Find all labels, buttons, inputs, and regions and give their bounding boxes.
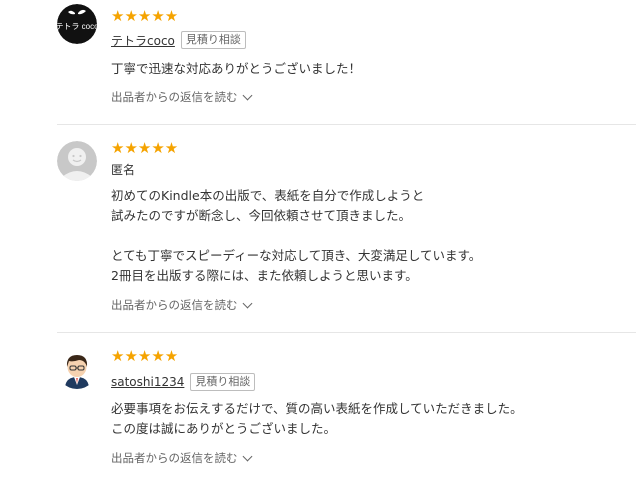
review-comment: 丁寧で迅速な対応ありがとうございました！: [111, 61, 362, 76]
estimate-consult-badge: 見積り相談: [190, 373, 256, 391]
reviewer-name-link[interactable]: テトラcoco: [111, 32, 175, 49]
chevron-down-icon: [242, 298, 252, 308]
read-seller-reply-link[interactable]: 出品者からの返信を読む: [111, 450, 252, 466]
read-seller-reply-label: 出品者からの返信を読む: [111, 451, 238, 465]
reviewer-name: 匿名: [111, 163, 136, 177]
estimate-consult-badge: 見積り相談: [180, 31, 246, 49]
reviewer-avatar: [57, 349, 97, 389]
review-comment: 初めてのKindle本の出版で、表紙を自分で作成しようと 試みたのですが断念し、…: [111, 188, 482, 283]
tetra-coco-logo: テトラ coco: [57, 4, 97, 44]
review-comment: 必要事項をお伝えするだけで、質の高い表紙を作成していただきました。 この度は誠に…: [111, 401, 523, 436]
read-seller-reply-link[interactable]: 出品者からの返信を読む: [111, 297, 252, 313]
reviewer-avatar: テトラ coco: [57, 4, 97, 44]
reviewer-row: satoshi1234 見積り相談: [111, 373, 256, 391]
star-rating: ★★★★★: [111, 347, 179, 365]
chevron-down-icon: [242, 90, 252, 100]
star-rating: ★★★★★: [111, 7, 179, 25]
reviewer-avatar: [57, 141, 97, 181]
review-divider: [57, 332, 636, 333]
reviewer-row: 匿名: [111, 161, 135, 178]
review-divider: [57, 124, 636, 125]
read-seller-reply-label: 出品者からの返信を読む: [111, 90, 238, 104]
reviewer-name-link[interactable]: satoshi1234: [111, 375, 184, 389]
avatar-logo-text: テトラ coco: [57, 22, 97, 31]
read-seller-reply-label: 出品者からの返信を読む: [111, 298, 238, 312]
illustrated-person-avatar: [57, 349, 97, 389]
chevron-down-icon: [242, 451, 252, 461]
star-rating: ★★★★★: [111, 139, 179, 157]
read-seller-reply-link[interactable]: 出品者からの返信を読む: [111, 89, 252, 105]
reviewer-row: テトラcoco 見積り相談: [111, 31, 246, 49]
default-user-icon: [57, 141, 97, 181]
